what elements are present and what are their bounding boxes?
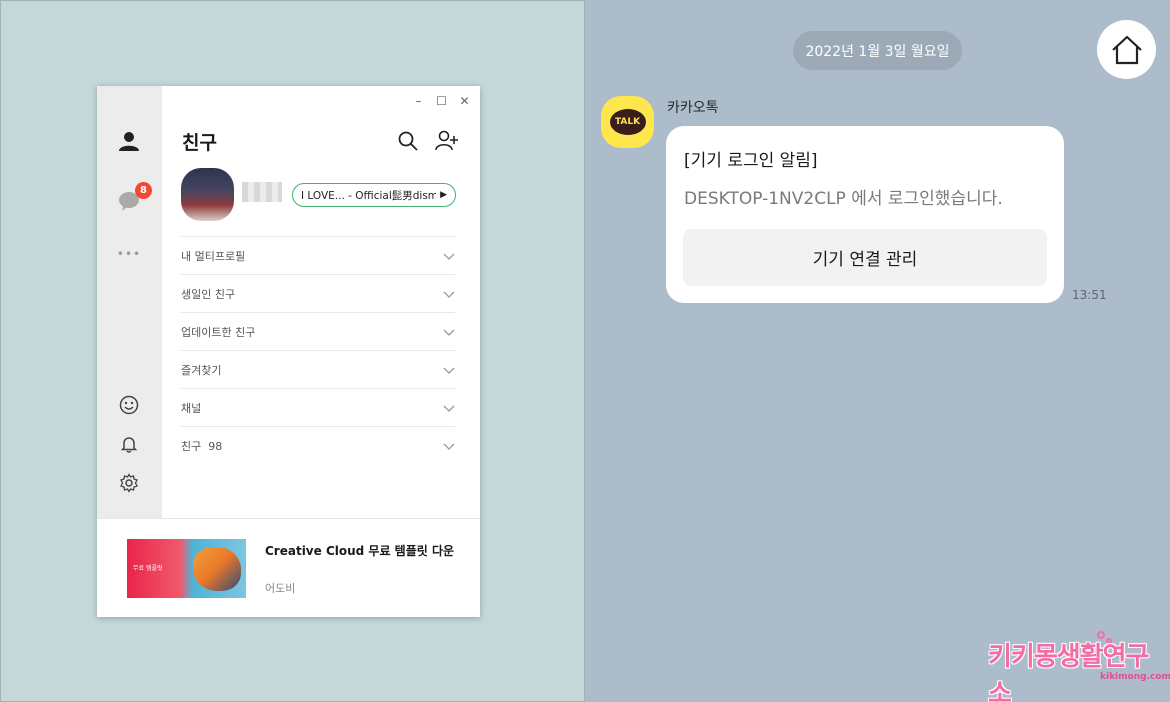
chevron-down-icon	[443, 405, 455, 412]
message-body: DESKTOP-1NV2CLP 에서 로그인했습니다.	[684, 189, 1003, 209]
maximize-button[interactable]: ☐	[436, 94, 447, 108]
ad-title[interactable]: Creative Cloud 무료 템플릿 다운	[265, 543, 455, 559]
notification-bell-icon[interactable]	[117, 432, 141, 456]
ad-sponsor: 어도비	[265, 582, 296, 595]
home-icon	[1111, 35, 1142, 64]
section-favorites[interactable]: 즐겨찾기	[181, 350, 455, 388]
watermark-text: 키키몽생활연구소	[988, 642, 1149, 702]
section-channels[interactable]: 채널	[181, 388, 455, 426]
chevron-down-icon	[443, 253, 455, 260]
emoticon-smile-icon[interactable]	[117, 393, 141, 417]
sender-name: 카카오톡	[667, 100, 719, 116]
chevron-down-icon	[443, 291, 455, 298]
chevron-down-icon	[443, 329, 455, 336]
section-label: 즐겨찾기	[181, 363, 222, 377]
my-profile-photo[interactable]	[181, 168, 234, 221]
friends-person-icon[interactable]	[117, 129, 141, 153]
close-button[interactable]: ✕	[459, 94, 470, 108]
add-friend-icon[interactable]	[435, 130, 458, 152]
section-label: 채널	[181, 401, 202, 415]
play-icon[interactable]: ▶	[440, 190, 447, 200]
section-label: 업데이트한 친구	[181, 325, 256, 339]
section-multi-profile[interactable]: 내 멀티프로필	[181, 236, 455, 274]
section-updated-friends[interactable]: 업데이트한 친구	[181, 312, 455, 350]
ad-image-text: 무료 템플릿	[133, 565, 163, 572]
kakaotalk-avatar[interactable]: TALK	[601, 96, 654, 148]
sidebar: 8 •••	[97, 86, 162, 518]
talk-logo-text: TALK	[614, 117, 641, 127]
chevron-down-icon	[443, 443, 455, 450]
manage-devices-button[interactable]: 기기 연결 관리	[683, 229, 1047, 286]
ad-banner[interactable]: 무료 템플릿 Creative Cloud 무료 템플릿 다운 어도비	[97, 518, 480, 617]
profile-music-status[interactable]: I LOVE... - Official髭男dism ▶	[292, 183, 456, 207]
tiger-illustration	[193, 547, 241, 591]
chat-unread-badge: 8	[135, 182, 152, 199]
kakaotalk-window: 8 ••• – ☐ ✕ 친구 I LOVE... - Official髭男dis…	[97, 86, 480, 617]
watermark-url: kikimong.com	[1100, 672, 1170, 682]
minimize-button[interactable]: –	[413, 94, 424, 108]
section-label: 내 멀티프로필	[181, 249, 246, 263]
my-profile-name-blurred	[242, 182, 282, 202]
home-button[interactable]	[1097, 20, 1156, 79]
message-title: [기기 로그인 알림]	[684, 151, 818, 171]
section-friends[interactable]: 친구 98	[181, 426, 455, 464]
page-title: 친구	[182, 132, 217, 154]
talk-logo-icon: TALK	[609, 109, 646, 135]
music-status-text: I LOVE... - Official髭男dism	[301, 189, 437, 202]
message-timestamp: 13:51	[1072, 288, 1107, 302]
window-controls: – ☐ ✕	[413, 94, 470, 108]
more-dots-icon[interactable]: •••	[117, 242, 141, 266]
chevron-down-icon	[443, 367, 455, 374]
ad-image[interactable]: 무료 템플릿	[127, 539, 246, 598]
settings-gear-icon[interactable]	[117, 471, 141, 495]
date-divider: 2022년 1월 3일 월요일	[793, 31, 962, 70]
section-label: 친구 98	[181, 439, 223, 453]
message-bubble: [기기 로그인 알림] DESKTOP-1NV2CLP 에서 로그인했습니다. …	[666, 126, 1064, 303]
search-icon[interactable]	[397, 130, 419, 152]
section-birthday-friends[interactable]: 생일인 친구	[181, 274, 455, 312]
section-label: 생일인 친구	[181, 287, 236, 301]
